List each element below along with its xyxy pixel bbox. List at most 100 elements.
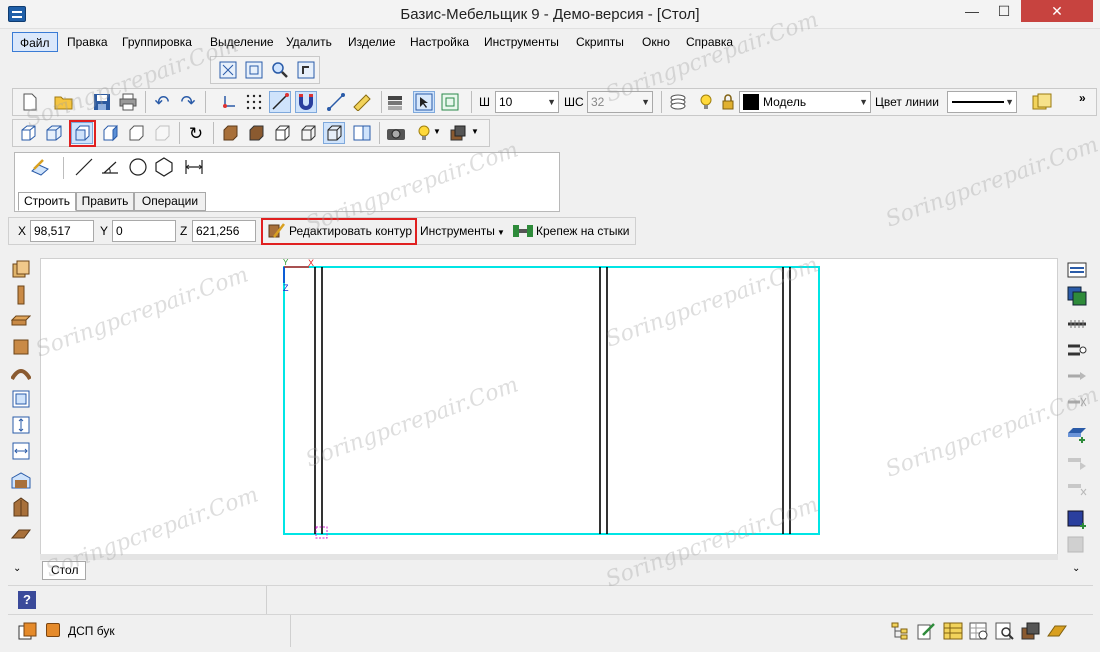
toolbar-overflow-icon[interactable]: » xyxy=(1079,87,1086,109)
render-solid-icon[interactable] xyxy=(219,122,241,144)
doc-tab-table[interactable]: Стол xyxy=(42,561,86,580)
menu-grouping[interactable]: Группировка xyxy=(115,32,199,52)
door-icon[interactable] xyxy=(10,470,32,492)
report-clock-icon[interactable] xyxy=(968,620,990,642)
y-coordinate-input[interactable]: 0 xyxy=(112,220,176,242)
zoom-window-icon[interactable] xyxy=(243,59,265,81)
vertical-divider-icon[interactable] xyxy=(10,414,32,436)
open-folder-icon[interactable] xyxy=(53,91,75,113)
profile-icon[interactable] xyxy=(10,522,32,544)
library-icon[interactable] xyxy=(1031,91,1053,113)
chevron-down-icon[interactable]: ▼ xyxy=(471,121,479,143)
texture-icon[interactable] xyxy=(1046,620,1068,642)
panel-back-icon[interactable] xyxy=(10,336,32,358)
line-tool-icon[interactable] xyxy=(73,156,95,178)
measure-icon[interactable] xyxy=(325,91,347,113)
help-icon[interactable]: ? xyxy=(18,591,36,609)
materials-icon[interactable] xyxy=(447,122,469,144)
screw-settings-icon[interactable] xyxy=(1066,339,1088,361)
groove-add-icon[interactable] xyxy=(1066,509,1088,531)
render-hidden-icon[interactable] xyxy=(297,122,319,144)
specification-icon[interactable] xyxy=(942,620,964,642)
z-coordinate-input[interactable]: 621,256 xyxy=(192,220,256,242)
select-box-icon[interactable] xyxy=(439,91,461,113)
menu-edit[interactable]: Правка xyxy=(60,32,115,52)
chevron-down-icon[interactable]: ▼ xyxy=(433,121,441,143)
split-view-icon[interactable] xyxy=(351,122,373,144)
tree-icon[interactable] xyxy=(890,620,912,642)
properties-icon[interactable] xyxy=(1066,259,1088,281)
light-icon[interactable] xyxy=(413,122,435,144)
menu-tools[interactable]: Инструменты xyxy=(477,32,566,52)
lock-icon[interactable] xyxy=(717,91,739,113)
view-right-icon[interactable] xyxy=(99,122,121,144)
axes-icon[interactable] xyxy=(217,91,239,113)
undo-icon[interactable]: ↶ xyxy=(151,91,173,113)
tab-build[interactable]: Строить xyxy=(18,192,76,211)
horizontal-scrollbar[interactable] xyxy=(40,554,1058,560)
print-icon[interactable] xyxy=(117,91,139,113)
panel-horizontal-icon[interactable] xyxy=(10,310,32,332)
menu-window[interactable]: Окно xyxy=(635,32,677,52)
screw-icon[interactable] xyxy=(1066,313,1088,335)
pan-icon[interactable] xyxy=(295,59,317,81)
tab-edit[interactable]: Править xyxy=(76,192,134,211)
tab-operations[interactable]: Операции xyxy=(134,192,206,211)
menu-selection[interactable]: Выделение xyxy=(203,32,281,52)
drawing-canvas[interactable]: Y X Z xyxy=(40,258,1058,555)
x-coordinate-input[interactable]: 98,517 xyxy=(30,220,94,242)
maximize-button[interactable]: ☐ xyxy=(989,0,1019,22)
layer-select[interactable]: Модель ▼ xyxy=(739,91,871,113)
insert-panel-icon[interactable] xyxy=(1066,285,1088,307)
menu-scripts[interactable]: Скрипты xyxy=(569,32,631,52)
magnet-icon[interactable] xyxy=(295,91,317,113)
polygon-tool-icon[interactable] xyxy=(153,156,175,178)
scroll-down-icon[interactable]: ⌄ xyxy=(13,563,21,574)
redo-icon[interactable]: ↷ xyxy=(177,91,199,113)
tools-dropdown-button[interactable]: Инструменты ▼ xyxy=(420,220,505,244)
view-iso2-icon[interactable] xyxy=(43,122,65,144)
render-shaded-icon[interactable] xyxy=(245,122,267,144)
ruler-icon[interactable] xyxy=(351,91,373,113)
layers-stack-icon[interactable] xyxy=(385,91,407,113)
materials-3d-icon[interactable] xyxy=(1020,620,1042,642)
select-cursor-icon[interactable] xyxy=(413,91,435,113)
scroll-down-icon[interactable]: ⌄ xyxy=(1072,563,1080,574)
render-wire-icon[interactable] xyxy=(271,122,293,144)
layers-icon[interactable] xyxy=(667,91,689,113)
rotate-icon[interactable]: ↻ xyxy=(185,122,207,144)
new-file-icon[interactable] xyxy=(19,91,41,113)
fasteners-button[interactable]: Крепеж на стыки xyxy=(536,220,629,242)
line-width-select[interactable]: 10 ▼ xyxy=(495,91,559,113)
render-edges-icon[interactable] xyxy=(323,122,345,144)
build-pen-icon[interactable] xyxy=(29,156,51,178)
dimension-tool-icon[interactable] xyxy=(183,156,205,178)
preview-icon[interactable] xyxy=(994,620,1016,642)
minimize-button[interactable]: — xyxy=(957,0,987,22)
menu-file[interactable]: Файл xyxy=(12,32,58,52)
edit-contour-button[interactable]: Редактировать контур xyxy=(289,220,412,242)
zoom-extents-icon[interactable] xyxy=(217,59,239,81)
line-color-select[interactable]: ▼ xyxy=(947,91,1017,113)
close-button[interactable]: ✕ xyxy=(1021,0,1093,22)
edit-notes-icon[interactable] xyxy=(916,620,938,642)
angle-line-icon[interactable] xyxy=(99,156,121,178)
panel-vertical-icon[interactable] xyxy=(10,284,32,306)
menu-product[interactable]: Изделие xyxy=(341,32,403,52)
menu-settings[interactable]: Настройка xyxy=(403,32,476,52)
zoom-magnifier-icon[interactable] xyxy=(269,59,291,81)
horizontal-divider-icon[interactable] xyxy=(10,440,32,462)
menu-help[interactable]: Справка xyxy=(679,32,740,52)
grid-icon[interactable] xyxy=(243,91,265,113)
camera-icon[interactable] xyxy=(385,122,407,144)
save-icon[interactable] xyxy=(91,91,113,113)
panel-front-icon[interactable] xyxy=(10,258,32,280)
view-top-icon[interactable] xyxy=(125,122,147,144)
bent-panel-icon[interactable] xyxy=(10,362,32,384)
circle-tool-icon[interactable] xyxy=(127,156,149,178)
facade-icon[interactable] xyxy=(10,496,32,518)
menu-delete[interactable]: Удалить xyxy=(279,32,339,52)
step-select[interactable]: 32 ▼ xyxy=(587,91,653,113)
snap-line-icon[interactable] xyxy=(269,91,291,113)
view-iso-icon[interactable] xyxy=(17,122,39,144)
